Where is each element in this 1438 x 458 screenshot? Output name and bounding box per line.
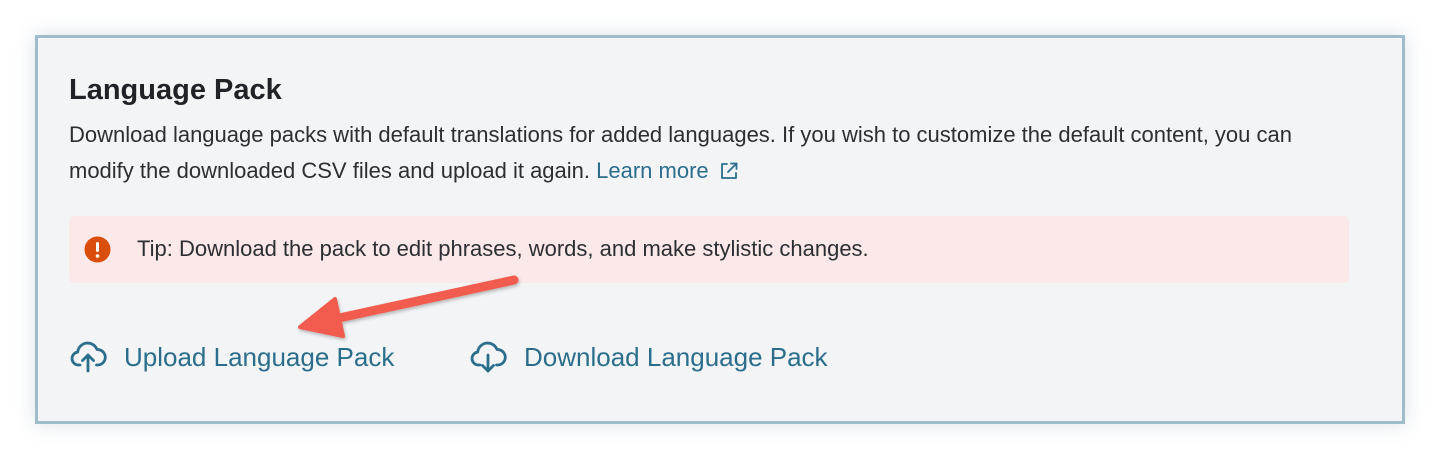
download-language-pack-button[interactable]: Download Language Pack [469, 335, 828, 379]
tip-text: Tip: Download the pack to edit phrases, … [137, 236, 869, 261]
download-language-pack-label: Download Language Pack [524, 341, 828, 372]
cloud-download-icon [469, 338, 507, 376]
panel-description: Download language packs with default tra… [69, 117, 1339, 192]
language-pack-panel: Language Pack Download language packs wi… [35, 35, 1405, 424]
warning-icon [84, 236, 111, 263]
upload-language-pack-label: Upload Language Pack [124, 341, 395, 372]
learn-more-link[interactable]: Learn more [596, 158, 709, 183]
panel-title: Language Pack [69, 74, 282, 106]
external-link-icon[interactable] [719, 156, 739, 192]
upload-language-pack-button[interactable]: Upload Language Pack [69, 335, 394, 379]
cloud-upload-icon [69, 338, 107, 376]
tip-banner: Tip: Download the pack to edit phrases, … [69, 216, 1349, 283]
